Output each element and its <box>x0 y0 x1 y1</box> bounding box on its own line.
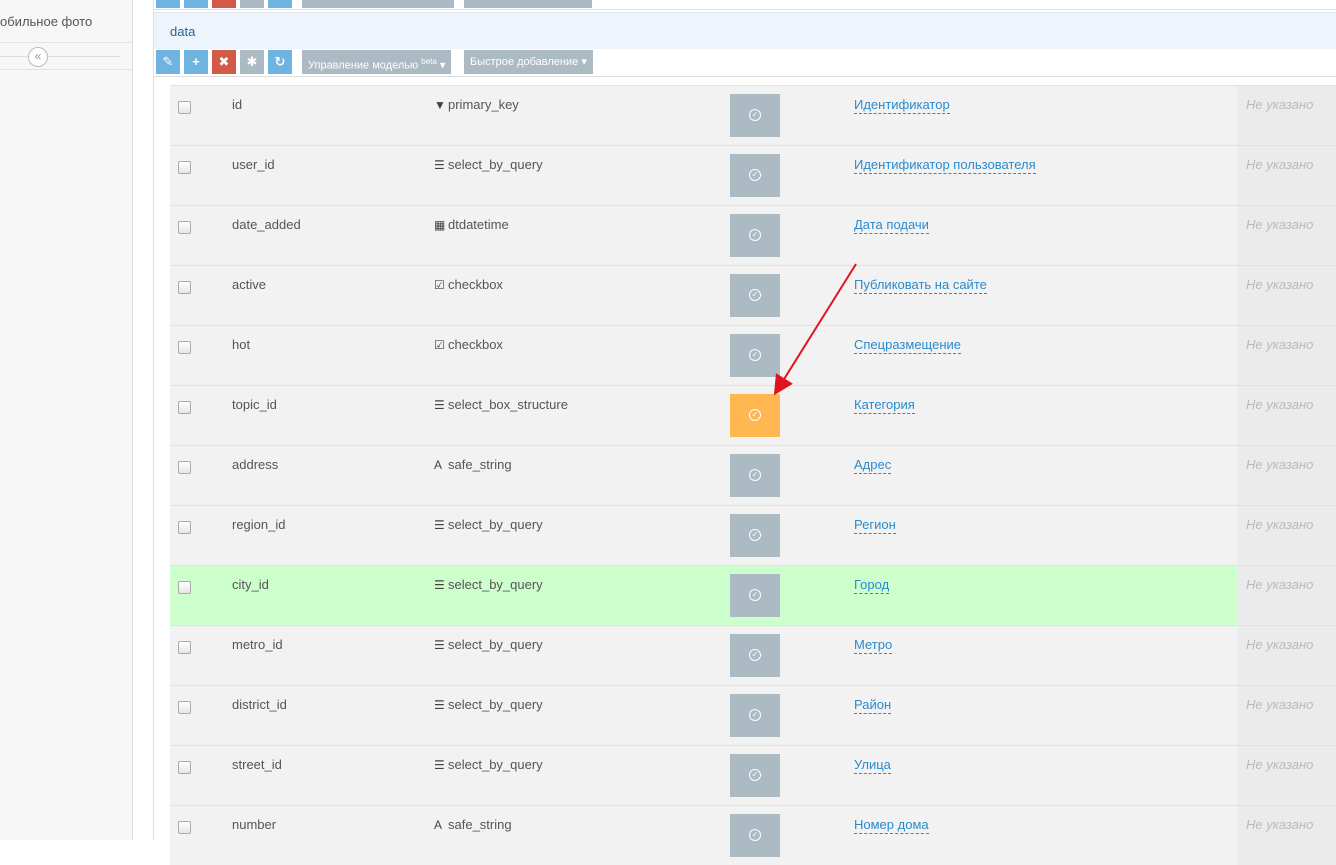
annotation-arrow <box>773 263 857 396</box>
